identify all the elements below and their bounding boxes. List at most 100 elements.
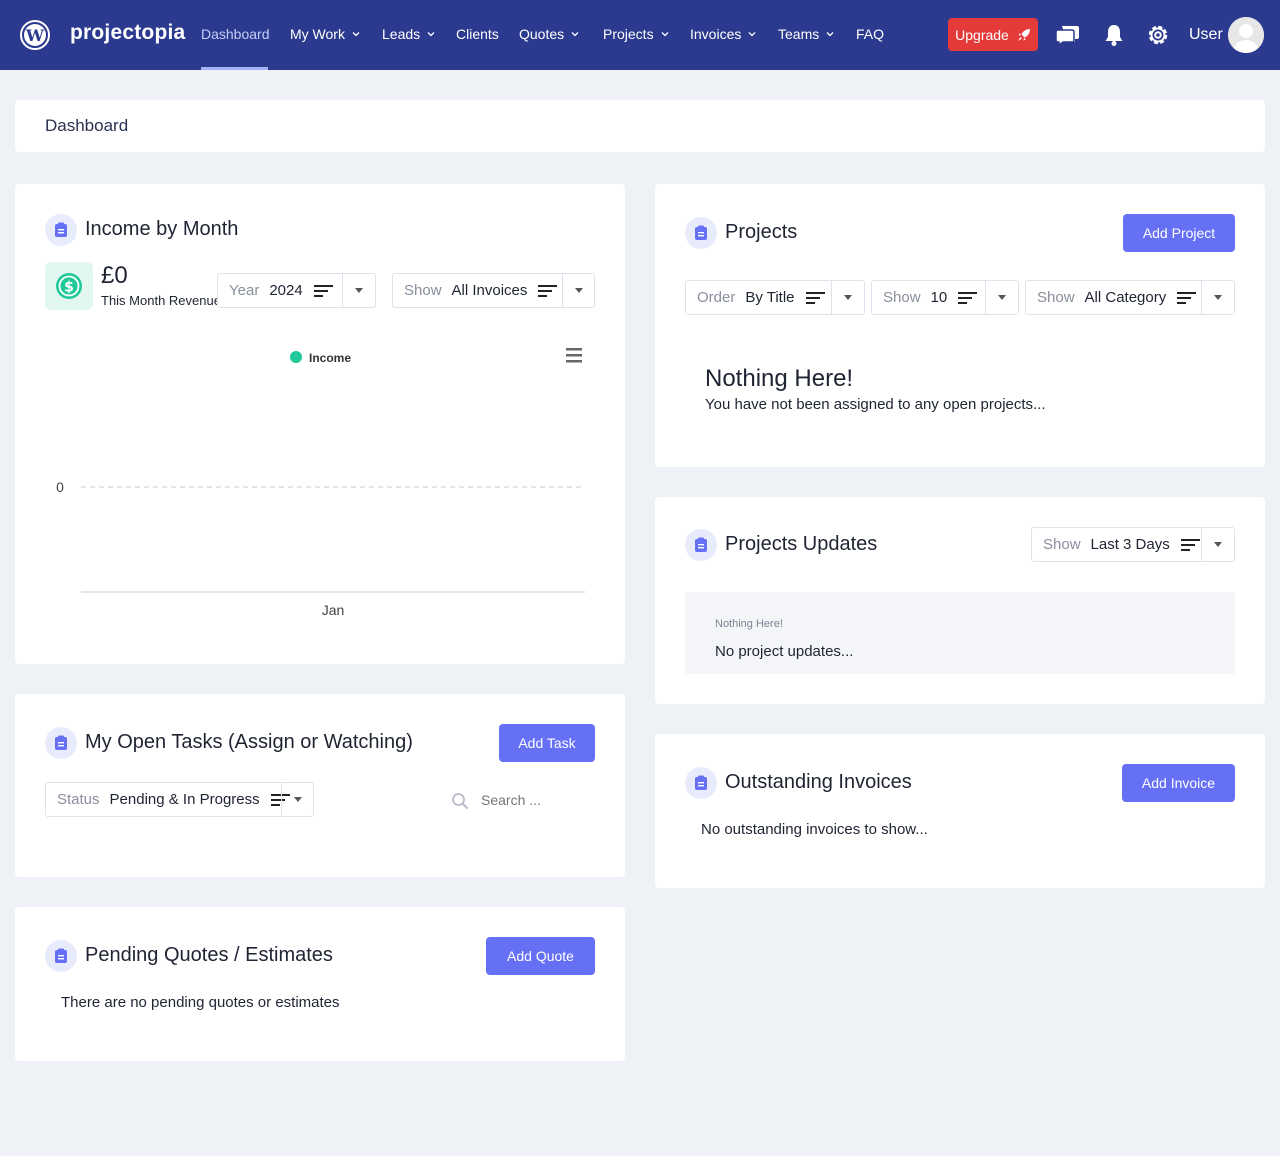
nav-quotes[interactable]: Quotes: [519, 26, 580, 42]
category-select-label: Show: [1037, 289, 1075, 306]
sort-lines-icon: [313, 284, 333, 297]
invoices-card: Outstanding Invoices Add Invoice No outs…: [655, 734, 1265, 888]
sort-lines-icon: [1180, 538, 1200, 551]
count-select-value: 10: [930, 289, 948, 306]
chevron-down-icon: [661, 32, 669, 37]
nav-teams[interactable]: Teams: [778, 26, 835, 42]
projects-card: Projects Add Project Order By Title Show…: [655, 184, 1265, 467]
chat-icon[interactable]: [1055, 22, 1081, 48]
status-select-label: Status: [57, 791, 100, 808]
sort-lines-icon: [1177, 291, 1197, 304]
show-select-label: Show: [404, 282, 442, 299]
active-tab-indicator: [201, 67, 268, 70]
nav-projects[interactable]: Projects: [603, 26, 670, 42]
updates-empty-text: No project updates...: [715, 643, 854, 660]
clipboard-icon: [45, 214, 77, 246]
range-select-value: Last 3 Days: [1090, 536, 1170, 553]
legend-marker: [290, 351, 302, 363]
category-select-value: All Category: [1084, 289, 1167, 306]
sort-lines-icon: [538, 284, 558, 297]
updates-empty-box: Nothing Here! No project updates...: [685, 592, 1235, 674]
svg-text:$: $: [64, 280, 74, 296]
quotes-title: Pending Quotes / Estimates: [85, 944, 333, 966]
upgrade-button[interactable]: Upgrade: [948, 18, 1038, 51]
add-quote-button[interactable]: Add Quote: [486, 937, 595, 975]
chevron-down-icon: [748, 32, 756, 37]
legend-label: Income: [309, 351, 351, 365]
task-search-input[interactable]: [481, 788, 591, 812]
revenue-caption: This Month Revenue: [101, 293, 221, 308]
gear-icon[interactable]: [1145, 22, 1171, 48]
dollar-icon: $: [45, 262, 93, 310]
caret-down-icon: [1214, 295, 1222, 300]
chevron-down-icon: [352, 32, 360, 37]
clipboard-icon: [685, 217, 717, 249]
search-icon: [452, 793, 468, 809]
nav-dashboard[interactable]: Dashboard: [201, 26, 270, 42]
nav-invoices[interactable]: Invoices: [690, 26, 757, 42]
range-select-label: Show: [1043, 536, 1081, 553]
task-status-select[interactable]: Status Pending & In Progress: [45, 782, 314, 817]
updates-card: Projects Updates Show Last 3 Days Nothin…: [655, 497, 1265, 704]
clipboard-icon: [685, 529, 717, 561]
chart-menu-icon-bar: [566, 348, 582, 351]
income-card: Income by Month $ £0 This Month Revenue …: [15, 184, 625, 664]
show-select-value: All Invoices: [451, 282, 528, 299]
chevron-down-icon: [427, 32, 435, 37]
updates-title: Projects Updates: [725, 533, 878, 555]
add-task-button[interactable]: Add Task: [499, 724, 595, 762]
caret-down-icon: [1214, 542, 1222, 547]
project-category-select[interactable]: Show All Category: [1025, 280, 1235, 315]
invoices-empty-text: No outstanding invoices to show...: [701, 821, 928, 838]
user-menu-label[interactable]: User: [1189, 26, 1223, 44]
year-select[interactable]: Year 2024: [217, 273, 376, 308]
quotes-card: Pending Quotes / Estimates Add Quote The…: [15, 907, 625, 1061]
add-invoice-button[interactable]: Add Invoice: [1122, 764, 1235, 802]
rocket-icon: [1017, 28, 1030, 41]
quotes-empty-text: There are no pending quotes or estimates: [61, 994, 340, 1011]
nav-clients[interactable]: Clients: [456, 26, 499, 42]
count-select-label: Show: [883, 289, 921, 306]
svg-text:W: W: [25, 26, 45, 45]
invoices-title: Outstanding Invoices: [725, 771, 912, 793]
updates-empty-title: Nothing Here!: [715, 618, 783, 630]
nav-my-work[interactable]: My Work: [290, 26, 361, 42]
caret-down-icon: [355, 288, 363, 293]
nav-faq[interactable]: FAQ: [856, 26, 884, 42]
tasks-card: My Open Tasks (Assign or Watching) Add T…: [15, 694, 625, 877]
brand-name[interactable]: projectopia: [70, 21, 185, 45]
page-title: Dashboard: [45, 116, 129, 135]
avatar[interactable]: [1228, 17, 1264, 53]
sort-lines-icon: [805, 291, 825, 304]
user-silhouette-icon: [1228, 17, 1264, 53]
add-project-button[interactable]: Add Project: [1123, 214, 1235, 252]
revenue-amount: £0: [101, 262, 128, 289]
sort-lines-icon: [958, 291, 978, 304]
project-order-select[interactable]: Order By Title: [685, 280, 865, 315]
income-chart: Income 0 Jan: [56, 348, 585, 618]
chart-menu-icon-bar: [566, 360, 582, 363]
status-select-value: Pending & In Progress: [109, 791, 260, 808]
order-select-label: Order: [697, 289, 736, 306]
projects-title: Projects: [725, 221, 798, 243]
projects-empty-text: You have not been assigned to any open p…: [705, 396, 1046, 413]
clipboard-icon: [45, 727, 77, 759]
bell-icon[interactable]: [1101, 22, 1127, 48]
project-count-select[interactable]: Show 10: [871, 280, 1019, 315]
show-invoices-select[interactable]: Show All Invoices: [392, 273, 595, 308]
updates-range-select[interactable]: Show Last 3 Days: [1031, 527, 1235, 562]
clipboard-icon: [45, 940, 77, 972]
caret-down-icon: [294, 797, 302, 802]
wordpress-logo-icon[interactable]: W: [20, 20, 50, 50]
caret-down-icon: [998, 295, 1006, 300]
income-title: Income by Month: [85, 218, 239, 240]
projects-empty-title: Nothing Here!: [705, 365, 854, 392]
chevron-down-icon: [826, 32, 834, 37]
clipboard-icon: [685, 767, 717, 799]
caret-down-icon: [844, 295, 852, 300]
nav-leads[interactable]: Leads: [382, 26, 436, 42]
chart-menu-icon-bar: [566, 354, 582, 357]
year-select-label: Year: [229, 282, 260, 299]
order-select-value: By Title: [745, 289, 795, 306]
year-select-value: 2024: [269, 282, 303, 299]
